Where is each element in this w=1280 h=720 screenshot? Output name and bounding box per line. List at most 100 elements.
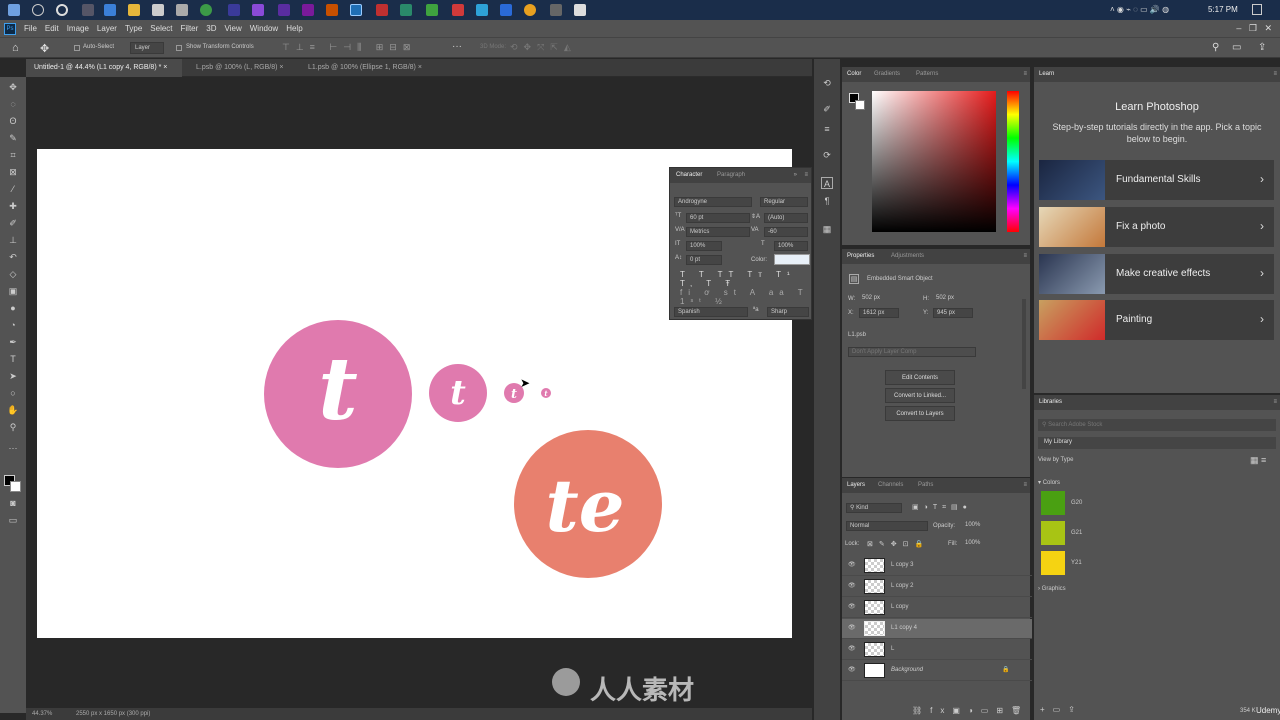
panel-menu-icon[interactable]: ≡ [804,172,808,178]
brush-settings-icon[interactable]: ✐ [821,103,833,115]
panel-menu-icon[interactable]: ≡ [1023,253,1027,259]
ellipse-tool-icon[interactable]: ○ [7,387,19,399]
after-effects-icon[interactable] [252,4,264,16]
hand-tool-icon[interactable]: ✋ [7,404,19,416]
blur-tool-icon[interactable]: ● [7,302,19,314]
search-icon[interactable]: ⚲ [1212,42,1219,53]
fill-field[interactable]: 100% [962,539,992,549]
menu-type[interactable]: Type [125,24,142,33]
brush-tool-icon[interactable]: ✐ [7,217,19,229]
layer-select[interactable]: Layer [130,42,164,54]
document-size[interactable]: 2550 px x 1650 px (300 ppi) [76,711,150,717]
eye-icon[interactable]: 👁 [848,666,856,673]
blend-mode-select[interactable]: Normal [846,521,928,531]
swatch-y21[interactable] [1041,551,1065,575]
show-transform-checkbox[interactable] [176,45,182,51]
lasso-tool-icon[interactable]: ʘ [7,115,19,127]
tab-adjustments[interactable]: Adjustments [891,253,924,259]
font-style-select[interactable]: Regular [760,197,808,207]
x-field[interactable]: 1612 px [859,308,899,318]
convert-to-linked-button[interactable]: Convert to Linked... [885,388,955,403]
tab-channels[interactable]: Channels [878,482,903,488]
tab-l-psb[interactable]: L.psb @ 100% (L, RGB/8) × [188,59,300,77]
close-icon[interactable]: × [279,64,283,71]
properties-scrollbar[interactable] [1022,299,1026,389]
zoom-level[interactable]: 44.37% [32,711,52,717]
type-tool-icon[interactable]: T [7,353,19,365]
marquee-tool-icon[interactable]: ◌ [7,98,19,110]
tab-patterns[interactable]: Patterns [916,71,938,77]
eye-icon[interactable]: 👁 [848,624,856,631]
card-painting[interactable]: Painting › [1039,300,1274,340]
app-red2-icon[interactable] [452,4,464,16]
tab-layers[interactable]: Layers [847,482,865,488]
menu-edit[interactable]: Edit [45,24,59,33]
y-field[interactable]: 945 px [933,308,973,318]
app-green-icon[interactable] [400,4,412,16]
background-color-swatch[interactable] [10,481,21,492]
screen-mode-icon[interactable]: ▭ [7,514,19,526]
layer-row[interactable]: 👁 L copy 2 [842,577,1032,597]
windows-start-icon[interactable] [8,4,20,16]
quick-mask-icon[interactable]: ◙ [7,497,19,509]
tab-color[interactable]: Color [847,71,861,77]
card-creative-effects[interactable]: Make creative effects › [1039,254,1274,294]
pen-tool-icon[interactable]: ✒ [7,336,19,348]
library-select[interactable]: My Library [1038,437,1276,449]
menu-layer[interactable]: Layer [97,24,117,33]
notification-icon[interactable] [1252,4,1262,15]
crop-tool-icon[interactable]: ⌗ [7,149,19,161]
close-icon[interactable]: × [418,64,422,71]
filter-kind-select[interactable]: ⚲ Kind [846,503,902,513]
edge-icon[interactable] [104,4,116,16]
text-color-swatch[interactable] [774,254,810,265]
layer-row[interactable]: 👁 L copy 3 [842,556,1032,576]
menu-select[interactable]: Select [150,24,172,33]
lock-icons[interactable]: ⊠✎✥⊡🔒 [867,540,929,548]
convert-to-layers-button[interactable]: Convert to Layers [885,406,955,421]
menu-help[interactable]: Help [286,24,302,33]
zoom-tool-icon[interactable]: ⚲ [7,421,19,433]
menu-3d[interactable]: 3D [206,24,216,33]
window-controls[interactable]: – ❐ ✕ [1236,23,1272,34]
card-fundamental-skills[interactable]: Fundamental Skills › [1039,160,1274,200]
eye-icon[interactable]: 👁 [848,603,856,610]
tab-paragraph[interactable]: Paragraph [717,172,745,178]
language-select[interactable]: Spanish [674,307,748,317]
font-size-field[interactable]: 60 pt [686,213,750,223]
colors-header[interactable]: ▾ Colors [1038,479,1060,486]
menu-image[interactable]: Image [67,24,89,33]
app-gray-icon[interactable] [550,4,562,16]
app-orange-icon[interactable] [524,4,536,16]
paragraph-panel-icon[interactable]: ¶ [821,195,833,207]
move-tool-icon[interactable]: ✥ [40,42,49,55]
3d-mode-icons[interactable]: ⟲✥⤧⇱◭ [510,42,577,53]
more-icon[interactable]: ··· [452,41,462,52]
tray-icons[interactable]: ˄ ◉ ⌁ ◌ ▭ 🔊 ◍ [1110,5,1190,15]
app-white-icon[interactable] [574,4,586,16]
align-icons[interactable]: ⊤⊥≡ ⊢⊣⫼ ⊞⊟⊠ [282,42,416,53]
healing-brush-icon[interactable]: ✚ [7,200,19,212]
color-field[interactable] [872,91,996,232]
eye-icon[interactable]: 👁 [848,561,856,568]
layer-row[interactable]: 👁 Background 🔒 [842,661,1032,681]
opentype-buttons[interactable]: fi ơ st A aa T 1ˢᵗ ½ [680,288,811,306]
tab-properties[interactable]: Properties [847,253,874,259]
share-icon[interactable]: ⇪ [1258,42,1266,53]
tab-libraries[interactable]: Libraries [1039,399,1062,405]
eraser-tool-icon[interactable]: ◇ [7,268,19,280]
swatch-g21[interactable] [1041,521,1065,545]
kerning-field[interactable]: Metrics [686,227,750,237]
font-family-select[interactable]: Androgyne [674,197,752,207]
history-brush-icon[interactable]: ↶ [7,251,19,263]
history-icon[interactable]: ⟲ [821,77,833,89]
app-icon[interactable] [228,4,240,16]
photoshop-taskbar-icon[interactable] [350,4,362,16]
table-icon[interactable]: ▦ [821,223,833,235]
vertical-scale-field[interactable]: 100% [686,241,722,251]
background-swatch[interactable] [855,100,865,110]
panel-menu-icon[interactable]: ≡ [1023,482,1027,488]
tab-character[interactable]: Character [676,172,702,178]
close-icon[interactable]: × [163,64,167,71]
collapse-icon[interactable]: » [794,172,797,178]
